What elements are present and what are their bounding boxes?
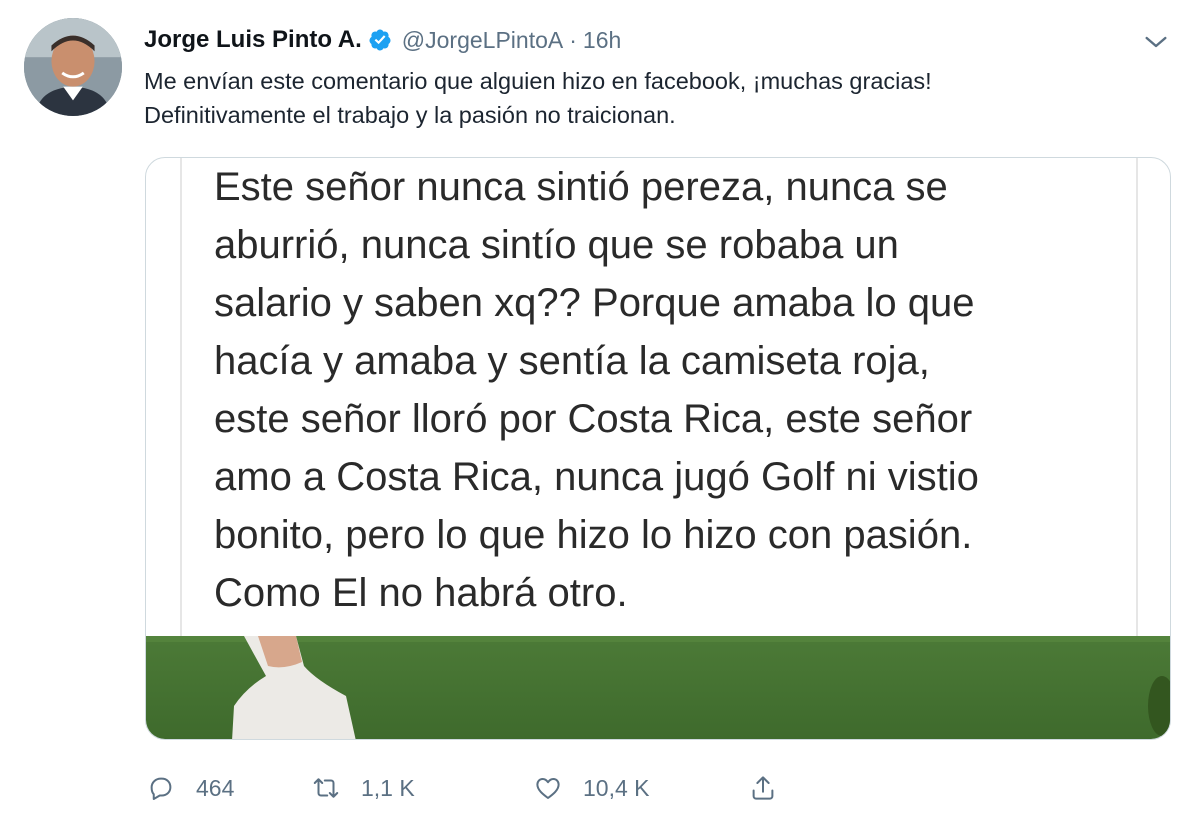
quote-line: bonito, pero lo que hizo lo hizo con pas… <box>214 513 973 557</box>
tweet-text-line: Definitivamente el trabajo y la pasión n… <box>144 102 676 128</box>
reply-count: 464 <box>196 774 235 801</box>
tweet-text-line: Me envían este comentario que alguien hi… <box>144 68 932 94</box>
quote-line: amo a Costa Rica, nunca jugó Golf ni vis… <box>214 455 979 499</box>
handle[interactable]: @JorgeLPintoA <box>402 27 563 54</box>
quote-line: Como El no habrá otro. <box>214 571 628 615</box>
tweet-actions: 464 1,1 K 10,4 K <box>146 768 846 808</box>
reply-icon <box>150 777 172 800</box>
like-button[interactable]: 10,4 K <box>533 768 650 808</box>
separator-dot: · <box>569 26 577 53</box>
timestamp[interactable]: 16h <box>583 27 621 54</box>
quote-line: este señor lloró por Costa Rica, este se… <box>214 397 973 441</box>
like-count: 10,4 K <box>583 774 650 801</box>
retweet-icon <box>313 778 339 798</box>
chevron-down-icon <box>1145 36 1167 48</box>
tweet[interactable]: Jorge Luis Pinto A. @JorgeLPintoA · 16h … <box>0 0 1200 822</box>
grass-field-photo <box>146 636 1170 739</box>
retweet-count: 1,1 K <box>361 774 415 801</box>
verified-badge-icon <box>368 28 392 52</box>
quote-line: hacía y amaba y sentía la camiseta roja, <box>214 339 930 383</box>
reply-button[interactable]: 464 <box>146 768 234 808</box>
tweet-text: Me envían este comentario que alguien hi… <box>144 64 1184 132</box>
more-options-button[interactable] <box>1140 26 1172 58</box>
tweet-header: Jorge Luis Pinto A. @JorgeLPintoA · 16h <box>144 22 621 58</box>
screenshot-quote-text: Este señor nunca sintió pereza, nunca se… <box>214 158 1134 622</box>
avatar[interactable] <box>24 18 122 116</box>
quote-line: salario y saben xq?? Porque amaba lo que <box>214 281 975 325</box>
quote-line: Este señor nunca sintió pereza, nunca se <box>214 165 948 209</box>
heart-icon <box>536 778 560 799</box>
retweet-button[interactable]: 1,1 K <box>311 768 415 808</box>
profile-photo-icon <box>24 18 122 116</box>
share-button[interactable] <box>748 768 778 808</box>
display-name[interactable]: Jorge Luis Pinto A. <box>144 26 362 54</box>
share-icon <box>752 776 774 800</box>
quote-line: aburrió, nunca sintío que se robaba un <box>214 223 899 267</box>
tweet-media-image[interactable]: Este señor nunca sintió pereza, nunca se… <box>145 157 1171 740</box>
